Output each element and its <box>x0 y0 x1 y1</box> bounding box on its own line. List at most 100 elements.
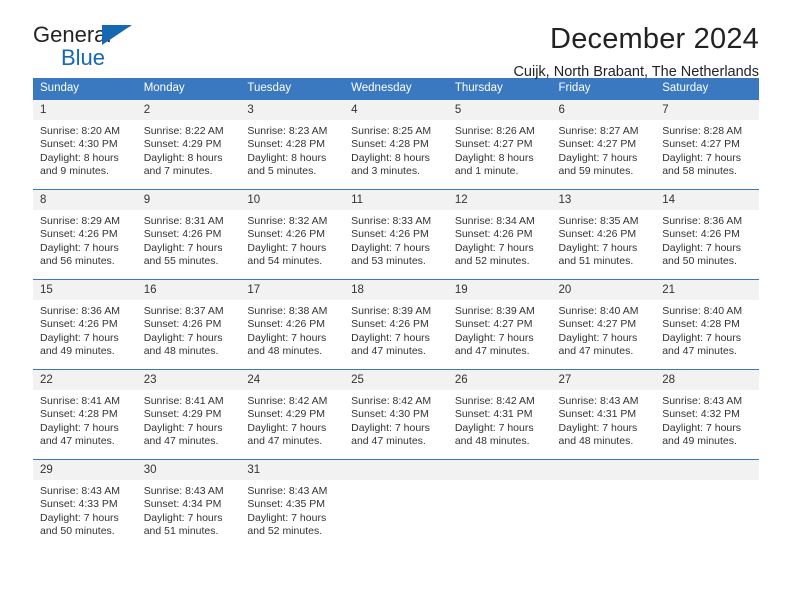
calendar-day-cell[interactable]: 9 Sunrise: 8:31 AM Sunset: 4:26 PM Daylight… <box>136 189 241 280</box>
day-info-sunset: Sunset: 4:26 PM <box>247 228 326 241</box>
day-info-sunrise: Sunrise: 8:25 AM <box>351 125 432 137</box>
calendar-day-cell[interactable]: 17 Sunrise: 8:38 AM Sunset: 4:26 PM Dayligh… <box>240 279 345 370</box>
day-info-daylight2: and 47 minutes. <box>143 435 219 448</box>
day-info-daylight1: Daylight: 7 hours <box>40 241 119 254</box>
day-number: 30 <box>136 460 241 480</box>
day-number <box>447 460 552 480</box>
day-info-daylight1: Daylight: 8 hours <box>351 151 430 164</box>
day-info-sunset: Sunset: 4:31 PM <box>558 408 637 421</box>
day-info-daylight1: Daylight: 8 hours <box>40 151 119 164</box>
calendar-day-cell-empty <box>655 459 759 549</box>
day-info-sunset: Sunset: 4:27 PM <box>558 318 637 331</box>
day-info-sunset: Sunset: 4:26 PM <box>454 228 533 241</box>
day-info-sunset: Sunset: 4:30 PM <box>40 138 118 151</box>
day-info-sunrise: Sunrise: 8:34 AM <box>454 215 535 227</box>
calendar-day-cell[interactable]: 10 Sunrise: 8:32 AM Sunset: 4:26 PM Dayligh… <box>240 189 345 280</box>
calendar-day-cell[interactable]: 4 Sunrise: 8:25 AM Sunset: 4:28 PM Daylight… <box>344 99 448 190</box>
day-cell-content: 18 Sunrise: 8:39 AM Sunset: 4:26 PM Dayligh… <box>344 280 448 369</box>
day-info-daylight1: Daylight: 7 hours <box>40 511 119 524</box>
day-info-sunset: Sunset: 4:27 PM <box>662 138 740 151</box>
calendar-day-cell[interactable]: 26 Sunrise: 8:42 AM Sunset: 4:31 PM Dayligh… <box>447 369 552 460</box>
day-cell-content: 22 Sunrise: 8:41 AM Sunset: 4:28 PM Dayligh… <box>33 370 137 459</box>
day-info-daylight2: and 58 minutes. <box>662 165 737 178</box>
day-number: 22 <box>33 370 137 390</box>
day-info-daylight2: and 59 minutes. <box>558 165 634 178</box>
calendar-day-cell[interactable]: 24 Sunrise: 8:42 AM Sunset: 4:29 PM Dayligh… <box>240 369 345 460</box>
day-info-sunset: Sunset: 4:28 PM <box>40 408 118 421</box>
general-blue-logo[interactable]: General Blue <box>33 24 233 76</box>
calendar-day-cell[interactable]: 16 Sunrise: 8:37 AM Sunset: 4:26 PM Dayligh… <box>136 279 241 370</box>
calendar-day-cell[interactable]: 27 Sunrise: 8:43 AM Sunset: 4:31 PM Dayligh… <box>551 369 656 460</box>
day-number: 21 <box>655 280 759 300</box>
calendar-week-row: 8 Sunrise: 8:29 AM Sunset: 4:26 PM Daylight… <box>33 189 759 280</box>
day-info-daylight1: Daylight: 7 hours <box>247 241 327 254</box>
day-sun-info: Sunrise: 8:43 AM Sunset: 4:34 PM Daylight:… <box>137 480 241 539</box>
calendar-day-cell[interactable]: 18 Sunrise: 8:39 AM Sunset: 4:26 PM Dayligh… <box>344 279 448 370</box>
day-info-sunset: Sunset: 4:28 PM <box>662 318 740 331</box>
calendar-day-cell[interactable]: 7 Sunrise: 8:28 AM Sunset: 4:27 PM Daylight… <box>655 99 759 190</box>
day-info-daylight1: Daylight: 7 hours <box>143 241 223 254</box>
day-number: 5 <box>447 100 552 120</box>
day-info-daylight1: Daylight: 7 hours <box>662 421 742 434</box>
calendar-day-cell[interactable]: 3 Sunrise: 8:23 AM Sunset: 4:28 PM Daylight… <box>240 99 345 190</box>
day-cell-content: 1 Sunrise: 8:20 AM Sunset: 4:30 PM Daylight… <box>33 100 137 189</box>
day-info-daylight1: Daylight: 7 hours <box>40 331 119 344</box>
day-info-daylight1: Daylight: 7 hours <box>558 421 638 434</box>
day-info-daylight1: Daylight: 7 hours <box>40 421 119 434</box>
calendar-day-cell[interactable]: 11 Sunrise: 8:33 AM Sunset: 4:26 PM Dayligh… <box>344 189 448 280</box>
calendar-day-cell[interactable]: 23 Sunrise: 8:41 AM Sunset: 4:29 PM Dayligh… <box>136 369 241 460</box>
day-info-daylight2: and 47 minutes. <box>351 345 426 358</box>
calendar-day-cell[interactable]: 5 Sunrise: 8:26 AM Sunset: 4:27 PM Daylight… <box>447 99 552 190</box>
day-info-daylight2: and 48 minutes. <box>247 345 323 358</box>
day-info-sunset: Sunset: 4:29 PM <box>143 408 222 421</box>
day-cell-content: 9 Sunrise: 8:31 AM Sunset: 4:26 PM Daylight… <box>136 190 241 279</box>
day-info-daylight2: and 1 minute. <box>454 165 519 178</box>
day-sun-info: Sunrise: 8:39 AM Sunset: 4:26 PM Daylight:… <box>344 300 448 359</box>
calendar-day-cell[interactable]: 13 Sunrise: 8:35 AM Sunset: 4:26 PM Dayligh… <box>551 189 656 280</box>
calendar-day-cell[interactable]: 22 Sunrise: 8:41 AM Sunset: 4:28 PM Dayligh… <box>33 369 137 460</box>
calendar-day-cell[interactable]: 1 Sunrise: 8:20 AM Sunset: 4:30 PM Daylight… <box>33 99 137 190</box>
day-info-sunrise: Sunrise: 8:20 AM <box>40 125 120 137</box>
day-info-sunrise: Sunrise: 8:31 AM <box>143 215 224 227</box>
day-info-sunset: Sunset: 4:28 PM <box>247 138 326 151</box>
calendar-day-cell[interactable]: 6 Sunrise: 8:27 AM Sunset: 4:27 PM Daylight… <box>551 99 656 190</box>
calendar-day-cell[interactable]: 31 Sunrise: 8:43 AM Sunset: 4:35 PM Dayligh… <box>240 459 345 549</box>
calendar-day-cell[interactable]: 28 Sunrise: 8:43 AM Sunset: 4:32 PM Dayligh… <box>655 369 759 460</box>
day-info-sunrise: Sunrise: 8:39 AM <box>351 305 432 317</box>
calendar-day-cell[interactable]: 2 Sunrise: 8:22 AM Sunset: 4:29 PM Daylight… <box>136 99 241 190</box>
calendar-day-cell[interactable]: 30 Sunrise: 8:43 AM Sunset: 4:34 PM Dayligh… <box>136 459 241 549</box>
day-cell-content: 25 Sunrise: 8:42 AM Sunset: 4:30 PM Dayligh… <box>344 370 448 459</box>
calendar-day-cell[interactable]: 8 Sunrise: 8:29 AM Sunset: 4:26 PM Daylight… <box>33 189 137 280</box>
day-info-daylight1: Daylight: 7 hours <box>143 421 223 434</box>
calendar-day-cell[interactable]: 15 Sunrise: 8:36 AM Sunset: 4:26 PM Dayligh… <box>33 279 137 370</box>
day-info-sunrise: Sunrise: 8:36 AM <box>40 305 120 317</box>
day-info-daylight2: and 51 minutes. <box>143 525 219 538</box>
calendar-week-row: 22 Sunrise: 8:41 AM Sunset: 4:28 PM Dayligh… <box>33 369 759 460</box>
day-info-sunrise: Sunrise: 8:38 AM <box>247 305 328 317</box>
day-info-sunrise: Sunrise: 8:33 AM <box>351 215 432 227</box>
day-number: 16 <box>136 280 241 300</box>
day-info-sunrise: Sunrise: 8:43 AM <box>40 485 120 497</box>
calendar-day-cell[interactable]: 21 Sunrise: 8:40 AM Sunset: 4:28 PM Dayligh… <box>655 279 759 370</box>
day-number: 25 <box>344 370 448 390</box>
day-sun-info: Sunrise: 8:33 AM Sunset: 4:26 PM Daylight:… <box>344 210 448 269</box>
day-number: 28 <box>655 370 759 390</box>
day-info-daylight2: and 50 minutes. <box>662 255 737 268</box>
day-info-daylight1: Daylight: 7 hours <box>351 331 430 344</box>
day-number <box>551 460 656 480</box>
day-cell-content: 12 Sunrise: 8:34 AM Sunset: 4:26 PM Dayligh… <box>447 190 552 279</box>
calendar-day-cell[interactable]: 12 Sunrise: 8:34 AM Sunset: 4:26 PM Dayligh… <box>447 189 552 280</box>
calendar-day-cell[interactable]: 29 Sunrise: 8:43 AM Sunset: 4:33 PM Dayligh… <box>33 459 137 549</box>
day-number: 31 <box>240 460 345 480</box>
calendar-day-cell[interactable]: 19 Sunrise: 8:39 AM Sunset: 4:27 PM Dayligh… <box>447 279 552 370</box>
day-cell-content: 6 Sunrise: 8:27 AM Sunset: 4:27 PM Daylight… <box>551 100 656 189</box>
calendar-day-cell[interactable]: 14 Sunrise: 8:36 AM Sunset: 4:26 PM Dayligh… <box>655 189 759 280</box>
day-cell-content: 20 Sunrise: 8:40 AM Sunset: 4:27 PM Dayligh… <box>551 280 656 369</box>
calendar-day-cell[interactable]: 20 Sunrise: 8:40 AM Sunset: 4:27 PM Dayligh… <box>551 279 656 370</box>
calendar-day-cell[interactable]: 25 Sunrise: 8:42 AM Sunset: 4:30 PM Dayligh… <box>344 369 448 460</box>
day-sun-info: Sunrise: 8:43 AM Sunset: 4:33 PM Daylight:… <box>33 480 137 539</box>
day-cell-content: 10 Sunrise: 8:32 AM Sunset: 4:26 PM Dayligh… <box>240 190 345 279</box>
day-cell-content: 11 Sunrise: 8:33 AM Sunset: 4:26 PM Dayligh… <box>344 190 448 279</box>
day-cell-content: 26 Sunrise: 8:42 AM Sunset: 4:31 PM Dayligh… <box>447 370 552 459</box>
day-info-sunrise: Sunrise: 8:43 AM <box>143 485 224 497</box>
